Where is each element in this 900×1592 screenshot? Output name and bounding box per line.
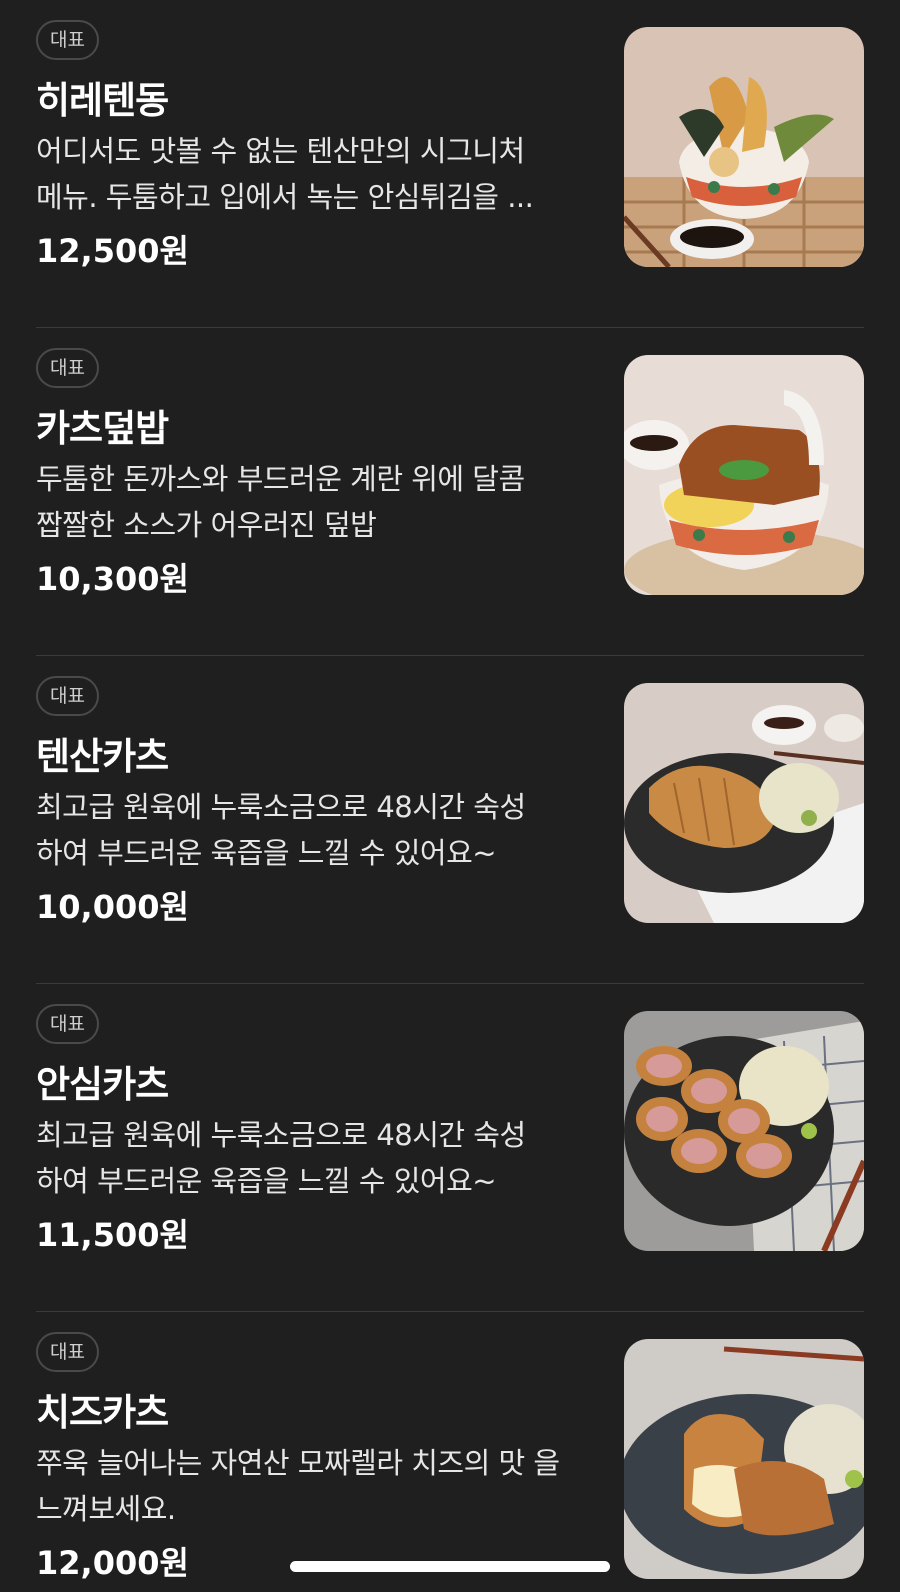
menu-item-name: 치즈카츠 [36,1391,169,1434]
menu-item-description: 최고급 원육에 누룩소금으로 48시간 숙성 하여 부드러운 육즙을 느낄 수 … [36,790,526,870]
menu-item-price: 12,000원 [36,1544,189,1582]
signature-badge: 대표 [36,676,99,716]
tendon-bowl-photo [624,27,864,267]
menu-item-price: 10,000원 [36,888,189,926]
menu-item-description: 두툼한 돈까스와 부드러운 계란 위에 달콤 짭짤한 소스가 어우러진 덮밥 [36,462,525,542]
menu-item-cheese-katsu[interactable]: 대표 치즈카츠 쭈욱 늘어나는 자연산 모짜렐라 치즈의 맛 을 느껴보세요. … [36,1312,864,1592]
menu-item-price: 10,300원 [36,560,189,598]
menu-item-katsudon[interactable]: 대표 카츠덮밥 두툼한 돈까스와 부드러운 계란 위에 달콤 짭짤한 소스가 어… [36,328,864,656]
signature-badge: 대표 [36,1004,99,1044]
menu-item-description: 쭈욱 늘어나는 자연산 모짜렐라 치즈의 맛 을 느껴보세요. [36,1446,560,1526]
menu-item-description: 최고급 원육에 누룩소금으로 48시간 숙성 하여 부드러운 육즙을 느낄 수 … [36,1118,526,1198]
pork-cutlet-plate-photo [624,683,864,923]
menu-item-name: 안심카츠 [36,1063,169,1106]
menu-list: 대표 히레텐동 어디서도 맛볼 수 없는 텐산만의 시그니처 메뉴. 두툼하고 … [0,0,900,1592]
menu-item-name: 카츠덮밥 [36,407,169,450]
menu-item-ansim-katsu[interactable]: 대표 안심카츠 최고급 원육에 누룩소금으로 48시간 숙성 하여 부드러운 육… [36,984,864,1312]
menu-item-description: 어디서도 맛볼 수 없는 텐산만의 시그니처 메뉴. 두툼하고 입에서 녹는 안… [36,134,534,214]
home-indicator[interactable] [290,1561,610,1572]
signature-badge: 대표 [36,1332,99,1372]
menu-item-price: 12,500원 [36,232,189,270]
menu-item-tensan-katsu[interactable]: 대표 텐산카츠 최고급 원육에 누룩소금으로 48시간 숙성 하여 부드러운 육… [36,656,864,984]
menu-item-name: 히레텐동 [36,79,169,122]
cheese-cutlet-plate-photo [624,1339,864,1579]
tenderloin-cutlet-plate-photo [624,1011,864,1251]
signature-badge: 대표 [36,348,99,388]
menu-item-price: 11,500원 [36,1216,189,1254]
signature-badge: 대표 [36,20,99,60]
menu-item-hire-tendon[interactable]: 대표 히레텐동 어디서도 맛볼 수 없는 텐산만의 시그니처 메뉴. 두툼하고 … [36,0,864,328]
katsudon-bowl-photo [624,355,864,595]
menu-item-name: 텐산카츠 [36,735,169,778]
